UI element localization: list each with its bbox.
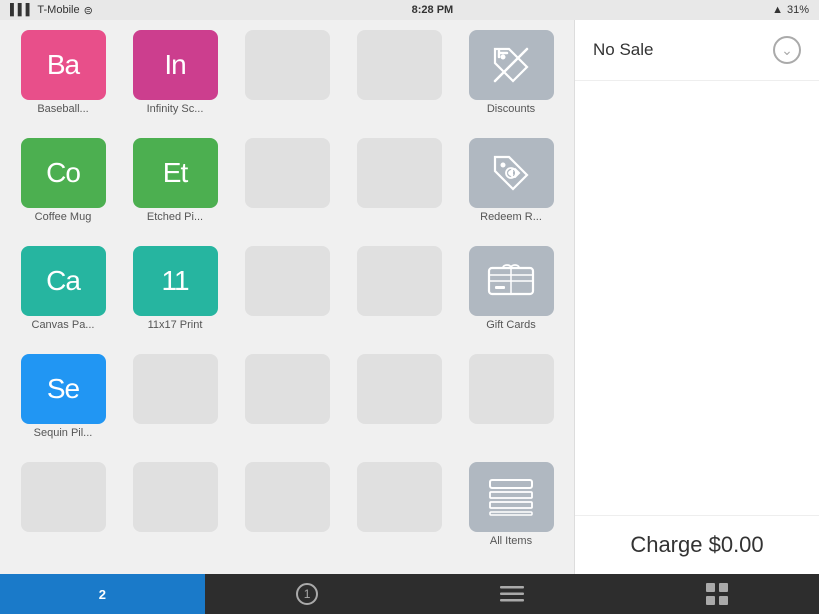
no-sale-circle-button[interactable]: ⌄ bbox=[773, 36, 801, 64]
status-right: ▲ 31% bbox=[772, 4, 809, 16]
product-etched[interactable]: Et Etched Pi... bbox=[122, 138, 228, 240]
product-empty-5[interactable] bbox=[234, 246, 340, 348]
time-label: 8:28 PM bbox=[412, 4, 454, 16]
tab-list[interactable] bbox=[410, 574, 615, 614]
product-baseball[interactable]: Ba Baseball... bbox=[10, 30, 116, 132]
action-tile-redeem[interactable] bbox=[469, 138, 554, 208]
product-tile-empty-2[interactable] bbox=[357, 30, 442, 100]
product-tile-empty-10[interactable] bbox=[469, 354, 554, 424]
wifi-icon: ⊜ bbox=[84, 4, 93, 17]
product-tile-empty-11[interactable] bbox=[21, 462, 106, 532]
product-tile-coffee[interactable]: Co bbox=[21, 138, 106, 208]
product-empty-14[interactable] bbox=[346, 462, 452, 564]
action-tile-allitems[interactable] bbox=[469, 462, 554, 532]
bottom-tab-bar: 2 1 bbox=[0, 574, 819, 614]
tab-grid-icon bbox=[706, 583, 728, 605]
product-tile-empty-1[interactable] bbox=[245, 30, 330, 100]
product-empty-2[interactable] bbox=[346, 30, 452, 132]
tab-orders-badge: 2 bbox=[99, 587, 106, 602]
product-label-etched: Etched Pi... bbox=[133, 211, 218, 223]
action-tile-discounts[interactable] bbox=[469, 30, 554, 100]
product-tile-empty-9[interactable] bbox=[357, 354, 442, 424]
action-label-discounts: Discounts bbox=[469, 103, 554, 115]
product-tile-print[interactable]: 11 bbox=[133, 246, 218, 316]
product-empty-1[interactable] bbox=[234, 30, 340, 132]
product-coffee[interactable]: Co Coffee Mug bbox=[10, 138, 116, 240]
signal-icon: ▌▌▌ bbox=[10, 4, 33, 16]
product-tile-sequin[interactable]: Se bbox=[21, 354, 106, 424]
product-empty-12[interactable] bbox=[122, 462, 228, 564]
tab-list-icon bbox=[500, 584, 524, 604]
product-tile-empty-3[interactable] bbox=[245, 138, 330, 208]
product-tile-empty-4[interactable] bbox=[357, 138, 442, 208]
product-tile-empty-6[interactable] bbox=[357, 246, 442, 316]
tab-circle[interactable]: 1 bbox=[205, 574, 410, 614]
no-sale-header: No Sale ⌄ bbox=[575, 20, 819, 81]
product-tile-empty-14[interactable] bbox=[357, 462, 442, 532]
action-tile-giftcards[interactable] bbox=[469, 246, 554, 316]
product-empty-11[interactable] bbox=[10, 462, 116, 564]
product-tile-empty-5[interactable] bbox=[245, 246, 330, 316]
charge-text: Charge $0.00 bbox=[630, 532, 763, 557]
product-empty-4[interactable] bbox=[346, 138, 452, 240]
product-tile-etched[interactable]: Et bbox=[133, 138, 218, 208]
product-empty-6[interactable] bbox=[346, 246, 452, 348]
product-tile-empty-8[interactable] bbox=[245, 354, 330, 424]
product-empty-10[interactable] bbox=[458, 354, 564, 456]
product-tile-empty-7[interactable] bbox=[133, 354, 218, 424]
product-label-sequin: Sequin Pil... bbox=[21, 427, 106, 439]
right-panel: No Sale ⌄ Charge $0.00 bbox=[574, 20, 819, 574]
action-redeem[interactable]: Redeem R... bbox=[458, 138, 564, 240]
tab-grid[interactable] bbox=[614, 574, 819, 614]
battery-label: 31% bbox=[787, 4, 809, 16]
product-label-canvas: Canvas Pa... bbox=[21, 319, 106, 331]
product-empty-9[interactable] bbox=[346, 354, 452, 456]
no-sale-text: No Sale bbox=[593, 40, 653, 60]
status-left: ▌▌▌ T-Mobile ⊜ bbox=[10, 4, 93, 17]
action-label-giftcards: Gift Cards bbox=[469, 319, 554, 331]
product-tile-empty-13[interactable] bbox=[245, 462, 330, 532]
action-discounts[interactable]: Discounts bbox=[458, 30, 564, 132]
action-label-allitems: All Items bbox=[469, 535, 554, 547]
product-infinity[interactable]: In Infinity Sc... bbox=[122, 30, 228, 132]
product-label-baseball: Baseball... bbox=[21, 103, 106, 115]
carrier-label: T-Mobile bbox=[37, 4, 79, 16]
product-empty-3[interactable] bbox=[234, 138, 340, 240]
product-tile-baseball[interactable]: Ba bbox=[21, 30, 106, 100]
product-label-print: 11x17 Print bbox=[133, 319, 218, 331]
tab-circle-badge: 1 bbox=[296, 583, 318, 605]
tab-orders[interactable]: 2 bbox=[0, 574, 205, 614]
action-allitems[interactable]: All Items bbox=[458, 462, 564, 564]
product-empty-13[interactable] bbox=[234, 462, 340, 564]
product-sequin[interactable]: Se Sequin Pil... bbox=[10, 354, 116, 456]
battery-icon: ▲ bbox=[772, 4, 783, 16]
product-tile-infinity[interactable]: In bbox=[133, 30, 218, 100]
main-layout: Ba Baseball... In Infinity Sc... Disco bbox=[0, 20, 819, 574]
product-tile-empty-12[interactable] bbox=[133, 462, 218, 532]
product-label-coffee: Coffee Mug bbox=[21, 211, 106, 223]
product-tile-canvas[interactable]: Ca bbox=[21, 246, 106, 316]
product-canvas[interactable]: Ca Canvas Pa... bbox=[10, 246, 116, 348]
status-bar: ▌▌▌ T-Mobile ⊜ 8:28 PM ▲ 31% bbox=[0, 0, 819, 20]
order-area bbox=[575, 81, 819, 515]
product-label-infinity: Infinity Sc... bbox=[133, 103, 218, 115]
action-label-redeem: Redeem R... bbox=[469, 211, 554, 223]
product-empty-8[interactable] bbox=[234, 354, 340, 456]
charge-button[interactable]: Charge $0.00 bbox=[575, 515, 819, 574]
product-empty-7[interactable] bbox=[122, 354, 228, 456]
product-grid: Ba Baseball... In Infinity Sc... Disco bbox=[0, 20, 574, 574]
product-print[interactable]: 11 11x17 Print bbox=[122, 246, 228, 348]
action-giftcards[interactable]: Gift Cards bbox=[458, 246, 564, 348]
